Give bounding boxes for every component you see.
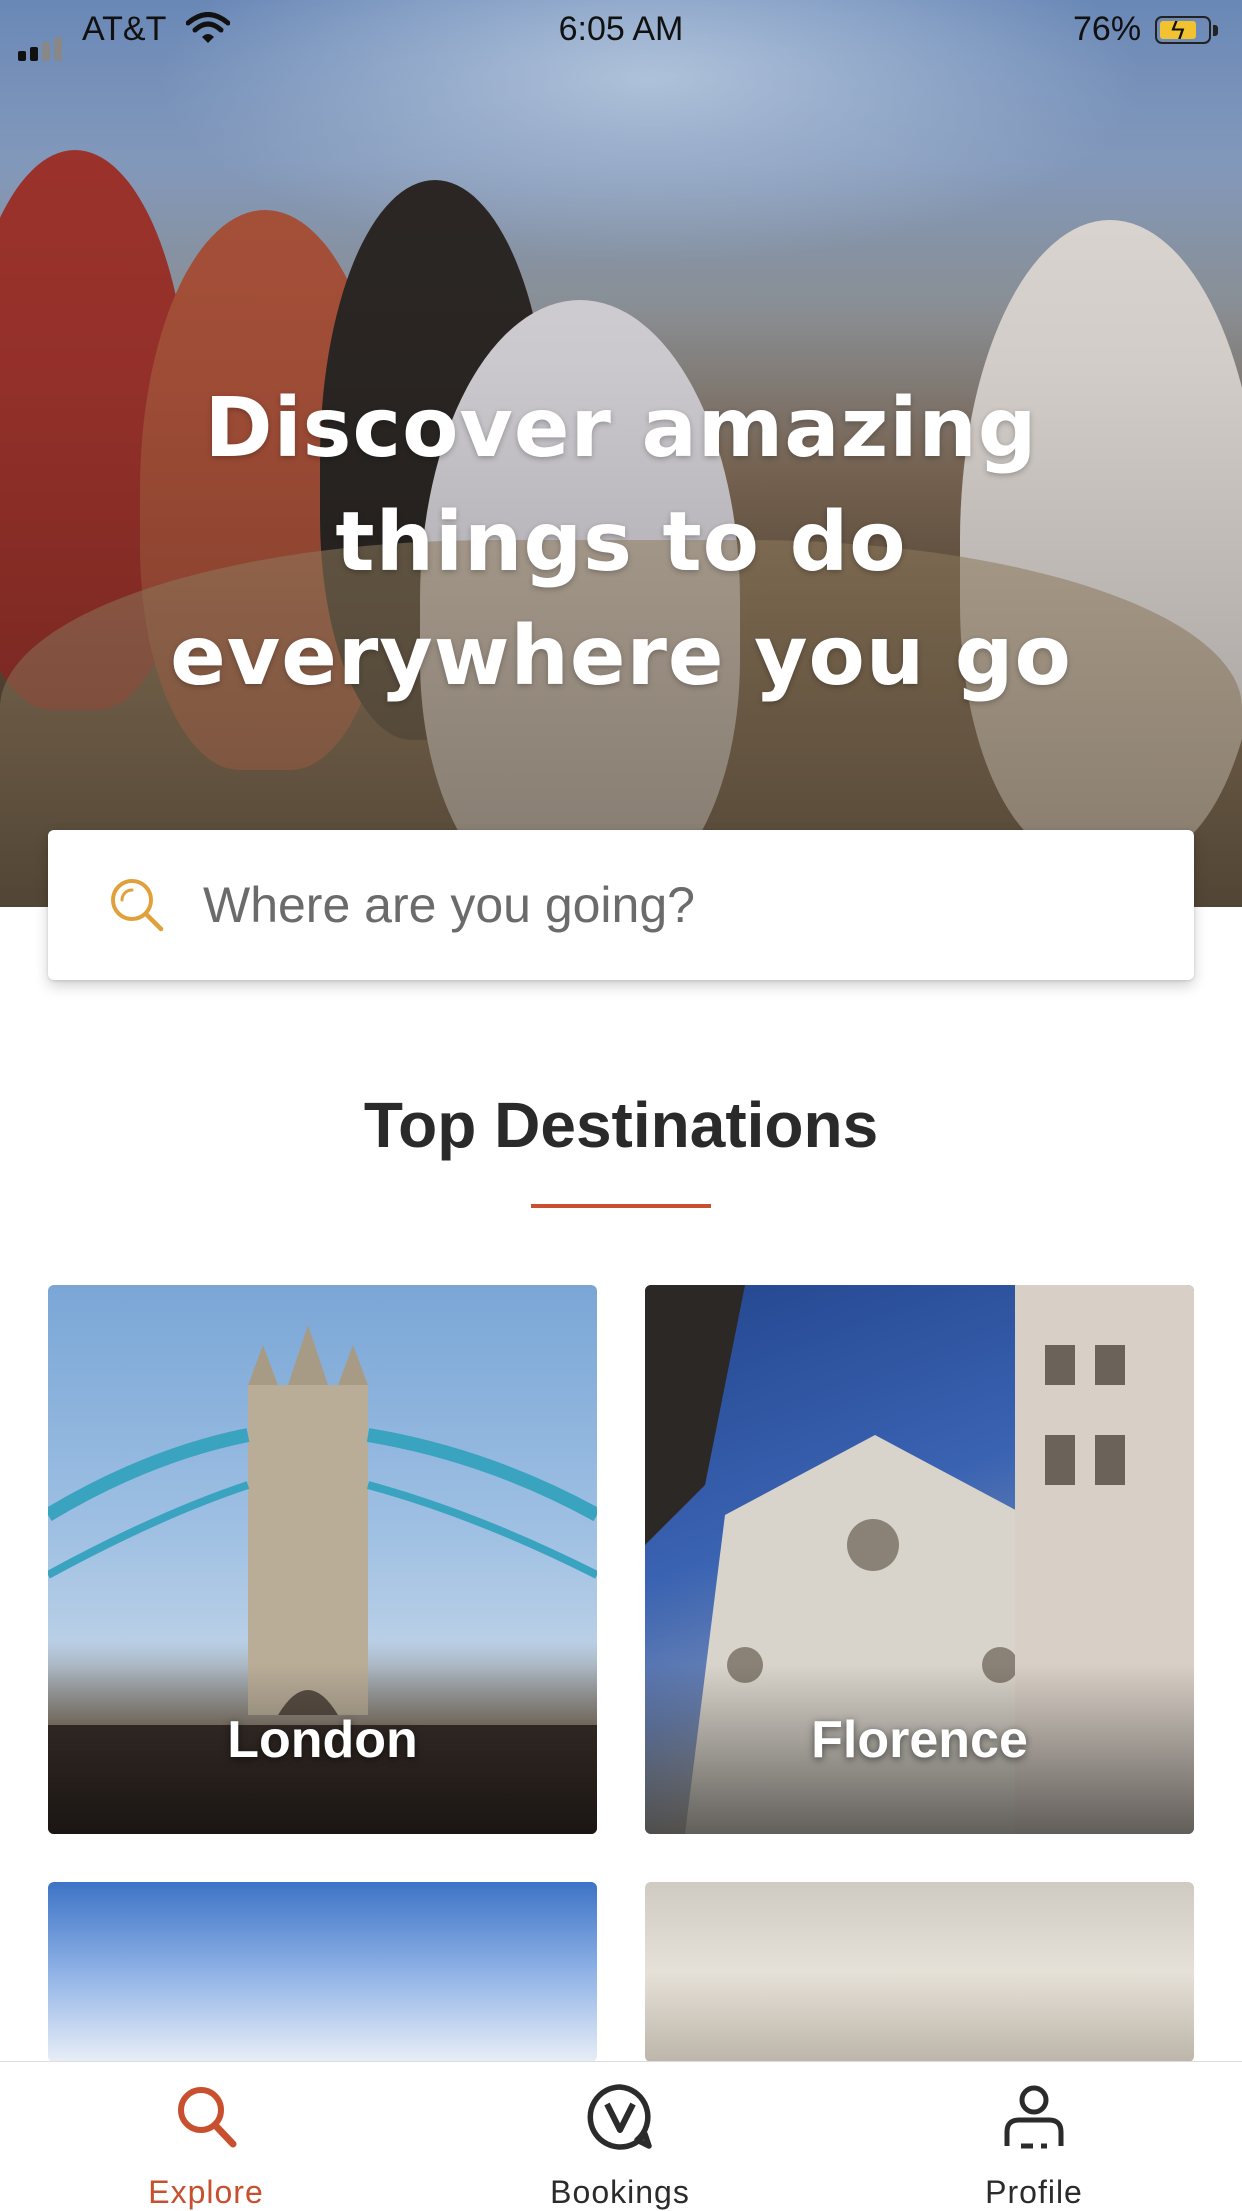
search-input[interactable]: Where are you going? <box>48 830 1194 980</box>
destination-card[interactable] <box>48 1882 597 2062</box>
tab-explore[interactable]: Explore <box>86 2062 326 2210</box>
bookings-icon <box>585 2082 655 2152</box>
status-bar: AT&T 6:05 AM 76% ϟ <box>0 0 1242 61</box>
hero-title: Discover amazing things to do everywhere… <box>100 372 1142 714</box>
destination-card-london[interactable]: London <box>48 1285 597 1834</box>
hero-title-line: everywhere you go <box>170 609 1072 704</box>
tab-bookings[interactable]: Bookings <box>500 2062 740 2210</box>
battery-percentage: 76% <box>1073 10 1142 48</box>
hero-banner: Discover amazing things to do everywhere… <box>0 0 1242 907</box>
status-time: 6:05 AM <box>558 10 684 48</box>
hero-title-line: things to do <box>335 495 907 590</box>
hero-title-line: Discover amazing <box>204 381 1038 476</box>
battery-icon: ϟ <box>1155 15 1211 45</box>
tab-profile[interactable]: Profile <box>914 2062 1154 2210</box>
tab-label: Explore <box>148 2174 264 2210</box>
search-icon <box>171 2082 241 2152</box>
destination-label: London <box>227 1711 418 1769</box>
bottom-tab-bar: Explore Bookings Profile <box>0 2061 1242 2210</box>
profile-icon <box>999 2082 1069 2152</box>
destination-card-florence[interactable]: Florence <box>645 1285 1194 1834</box>
tab-label: Bookings <box>550 2174 690 2210</box>
tab-label: Profile <box>985 2174 1083 2210</box>
section-divider <box>531 1204 711 1208</box>
battery-icon-nub <box>1213 25 1218 36</box>
charging-bolt-icon: ϟ <box>1171 15 1185 45</box>
destination-card[interactable] <box>645 1882 1194 2062</box>
search-placeholder: Where are you going? <box>203 877 695 933</box>
search-icon <box>108 876 166 939</box>
destination-label: Florence <box>811 1711 1028 1769</box>
section-title: Top Destinations <box>363 1089 879 1161</box>
